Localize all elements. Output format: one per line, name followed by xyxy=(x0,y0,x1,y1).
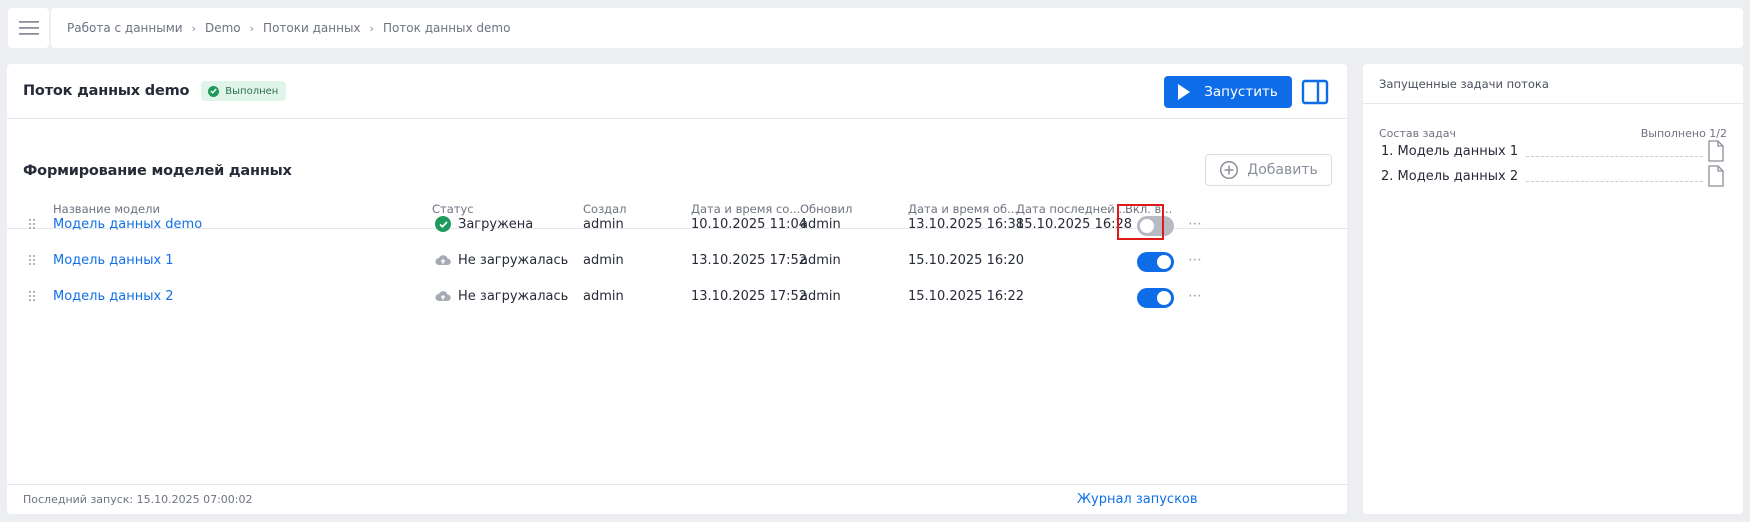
add-button[interactable]: Добавить xyxy=(1205,154,1332,186)
updated-by-cell: admin xyxy=(800,252,841,268)
status-cell: Загружена xyxy=(435,206,533,242)
drag-handle-icon[interactable] xyxy=(28,254,36,266)
play-icon xyxy=(1178,84,1191,100)
status-cell: Не загружалась xyxy=(435,242,568,278)
model-name-link[interactable]: Модель данных 2 xyxy=(53,278,174,314)
last-load-cell: 15.10.2025 16:28 xyxy=(1016,216,1133,232)
breadcrumb: Работа с данными › Demo › Потоки данных … xyxy=(51,8,1743,48)
updated-at-cell: 13.10.2025 16:38 xyxy=(908,216,1025,232)
model-name-link[interactable]: Модель данных 1 xyxy=(53,242,174,278)
chevron-right-icon: › xyxy=(249,21,255,35)
status-label: Не загружалась xyxy=(458,252,569,268)
breadcrumb-current: Поток данных demo xyxy=(382,21,511,35)
updated-at-cell: 15.10.2025 16:20 xyxy=(908,252,1025,268)
created-at-cell: 13.10.2025 17:52 xyxy=(691,252,808,268)
status-badge-label: Выполнен xyxy=(225,85,279,97)
toggle-knob xyxy=(1157,291,1171,305)
task-label: 2. Модель данных 2 xyxy=(1381,168,1519,184)
chevron-right-icon: › xyxy=(191,21,196,35)
tasks-side-panel: Запущенные задачи потока Состав задач Вы… xyxy=(1363,64,1743,514)
main-panel: Поток данных demo Выполнен Запустить Фор… xyxy=(7,64,1347,514)
created-at-cell: 10.10.2025 11:04 xyxy=(691,216,808,232)
document-icon[interactable] xyxy=(1707,140,1725,162)
enable-toggle[interactable] xyxy=(1137,288,1174,308)
updated-by-cell: admin xyxy=(800,288,841,304)
enable-toggle[interactable] xyxy=(1137,252,1174,272)
check-circle-icon xyxy=(208,85,220,97)
page-title: Поток данных demo xyxy=(23,83,190,99)
task-item: 2. Модель данных 2 xyxy=(1381,165,1711,187)
highlight-box xyxy=(1117,204,1164,240)
created-at-cell: 13.10.2025 17:52 xyxy=(691,288,808,304)
check-circle-icon xyxy=(435,216,451,232)
more-options-icon[interactable]: ⋯ xyxy=(1188,288,1202,304)
more-options-icon[interactable]: ⋯ xyxy=(1188,252,1202,268)
menu-button[interactable] xyxy=(8,8,49,48)
dotted-leader xyxy=(1526,155,1703,157)
status-cell: Не загружалась xyxy=(435,278,568,314)
status-badge: Выполнен xyxy=(201,81,287,101)
cloud-upload-icon xyxy=(435,255,451,265)
breadcrumb-item[interactable]: Работа с данными xyxy=(67,21,183,35)
breadcrumb-item[interactable]: Demo xyxy=(205,21,241,35)
last-run-text: Последний запуск: 15.10.2025 07:00:02 xyxy=(23,493,253,506)
created-by-cell: admin xyxy=(583,288,624,304)
table-row: Модель данных 2 Не загружалась admin 13.… xyxy=(7,278,1347,314)
model-name-link[interactable]: Модель данных demo xyxy=(53,206,202,242)
add-button-label: Добавить xyxy=(1247,162,1318,178)
document-icon[interactable] xyxy=(1707,165,1725,187)
page-header: Поток данных demo Выполнен Запустить xyxy=(7,64,1347,119)
side-panel-toggle-icon[interactable] xyxy=(1301,78,1329,106)
tasks-label: Состав задач xyxy=(1379,127,1457,140)
cloud-upload-icon xyxy=(435,291,451,301)
run-button[interactable]: Запустить xyxy=(1164,76,1292,108)
status-label: Не загружалась xyxy=(458,288,569,304)
table-row: Модель данных 1 Не загружалась admin 13.… xyxy=(7,242,1347,278)
plus-circle-icon xyxy=(1220,160,1239,180)
task-item: 1. Модель данных 1 xyxy=(1381,140,1711,162)
hamburger-icon xyxy=(18,21,39,35)
drag-handle-icon[interactable] xyxy=(28,218,36,230)
updated-by-cell: admin xyxy=(800,216,841,232)
created-by-cell: admin xyxy=(583,252,624,268)
completed-count: Выполнено 1/2 xyxy=(1640,127,1727,140)
status-label: Загружена xyxy=(458,216,534,232)
toggle-knob xyxy=(1157,255,1171,269)
more-options-icon[interactable]: ⋯ xyxy=(1188,216,1202,232)
task-label: 1. Модель данных 1 xyxy=(1381,143,1519,159)
main-footer: Последний запуск: 15.10.2025 07:00:02 Жу… xyxy=(7,484,1347,514)
section-title: Формирование моделей данных xyxy=(23,163,292,179)
breadcrumb-item[interactable]: Потоки данных xyxy=(263,21,360,35)
chevron-right-icon: › xyxy=(369,21,374,35)
dotted-leader xyxy=(1526,180,1703,182)
updated-at-cell: 15.10.2025 16:22 xyxy=(908,288,1025,304)
run-journal-link[interactable]: Журнал запусков xyxy=(1077,492,1198,507)
created-by-cell: admin xyxy=(583,216,624,232)
drag-handle-icon[interactable] xyxy=(28,290,36,302)
side-panel-title: Запущенные задачи потока xyxy=(1363,64,1743,104)
run-button-label: Запустить xyxy=(1204,84,1278,100)
